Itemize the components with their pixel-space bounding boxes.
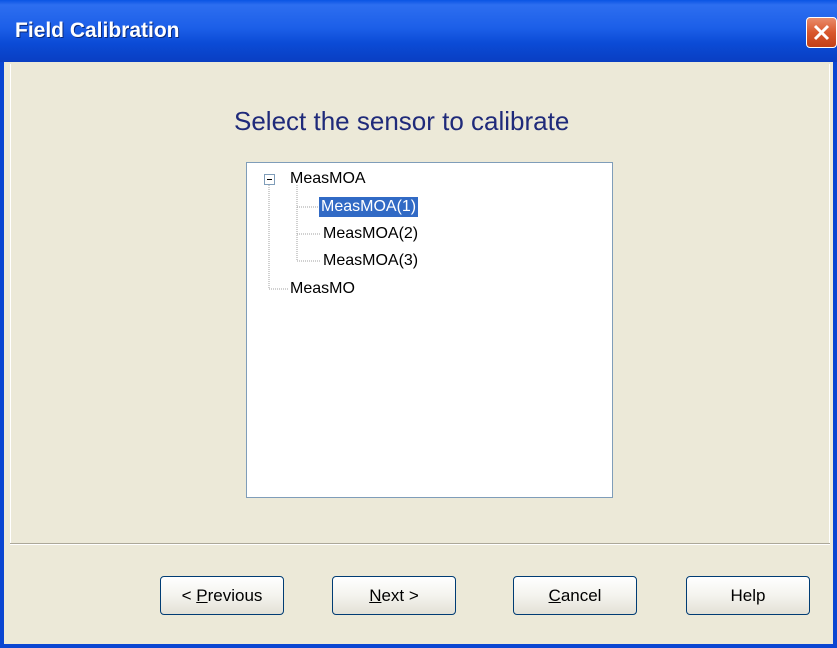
previous-button-prefix: < (181, 586, 197, 605)
next-button-label: ext > (381, 586, 419, 605)
previous-button[interactable]: < Previous (160, 576, 284, 615)
previous-button-label: revious (207, 586, 263, 605)
tree-item-measmoa-2[interactable]: MeasMOA(2) (321, 224, 420, 244)
page-heading: Select the sensor to calibrate (234, 106, 570, 136)
help-button[interactable]: Help (686, 576, 810, 615)
field-calibration-window: Field Calibration Select the sensor to c… (0, 0, 837, 648)
window-frame-bottom (0, 644, 837, 648)
close-button[interactable] (806, 17, 837, 48)
tree-item-measmoa-1[interactable]: MeasMOA(1) (317, 196, 420, 218)
button-separator (10, 543, 830, 545)
help-button-label: Help (730, 586, 766, 605)
close-icon (813, 24, 830, 41)
next-button-mnemonic: N (369, 586, 382, 605)
collapse-toggle-measmoa[interactable] (264, 174, 275, 185)
sensor-tree-view[interactable]: MeasMOA MeasMOA(1) MeasMOA(2) MeasMOA(3)… (246, 162, 613, 498)
cancel-button[interactable]: Cancel (513, 576, 637, 615)
title-bar[interactable]: Field Calibration (0, 0, 837, 62)
cancel-button-mnemonic: C (548, 586, 561, 605)
previous-button-mnemonic: P (196, 586, 208, 605)
next-button[interactable]: Next > (332, 576, 456, 615)
window-frame-right (833, 62, 837, 648)
tree-item-measmoa-3[interactable]: MeasMOA(3) (321, 251, 420, 271)
window-frame-left (0, 62, 4, 648)
window-title: Field Calibration (15, 19, 180, 42)
cancel-button-label: ancel (560, 586, 602, 605)
tree-item-measmoa[interactable]: MeasMOA (288, 169, 368, 189)
tree-connector-lines (268, 185, 320, 290)
tree-item-measmo[interactable]: MeasMO (288, 279, 357, 299)
